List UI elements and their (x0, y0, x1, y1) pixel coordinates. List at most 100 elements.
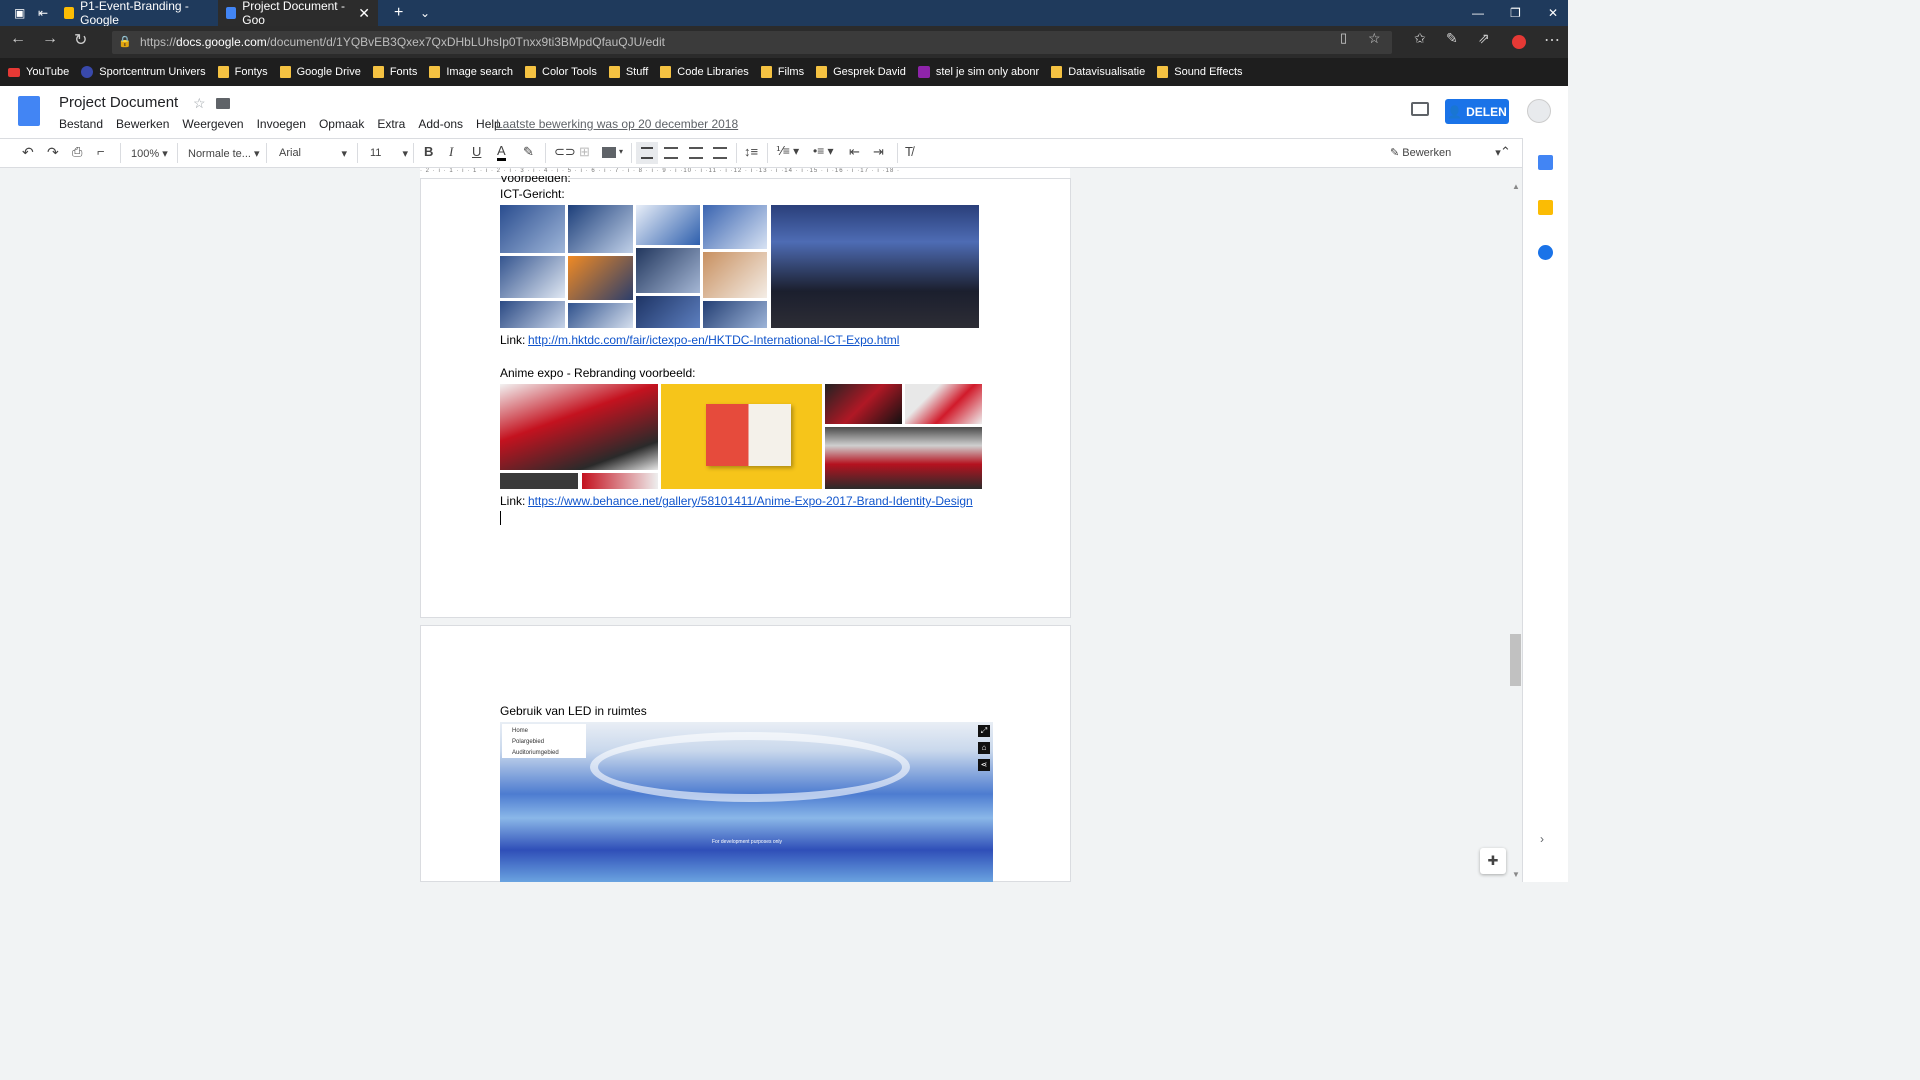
comments-icon[interactable] (1411, 102, 1429, 116)
extension-icon[interactable] (1512, 35, 1526, 49)
menu-opmaak[interactable]: Opmaak (319, 117, 364, 131)
bookmark-datavisualisatie[interactable]: Datavisualisatie (1051, 66, 1145, 78)
bookmark-color-tools[interactable]: Color Tools (525, 66, 597, 78)
tab-actions-icon[interactable]: ▣ (6, 0, 28, 26)
bookmark-gesprek-david[interactable]: Gesprek David (816, 66, 906, 78)
bookmark-sound-effects[interactable]: Sound Effects (1157, 66, 1243, 78)
undo-icon[interactable]: ↶ (22, 144, 34, 161)
clear-formatting-icon[interactable]: T̸ (905, 144, 913, 159)
minimize-icon[interactable]: — (1464, 0, 1492, 26)
align-right-icon[interactable] (689, 147, 703, 159)
align-justify-icon[interactable] (713, 147, 727, 159)
collapse-menu-icon[interactable]: ⌃ (1500, 144, 1511, 160)
close-window-icon[interactable]: ✕ (1540, 0, 1566, 26)
url-field[interactable]: https://docs.google.com/document/d/1YQBv… (112, 31, 1392, 54)
align-left-icon[interactable] (636, 142, 658, 164)
menu-addons[interactable]: Add-ons (418, 117, 463, 131)
numbered-list-icon[interactable]: ⅟≡ ▾ (776, 144, 799, 158)
fullscreen-icon[interactable]: ⤢ (978, 725, 990, 737)
bookmark-code-libraries[interactable]: Code Libraries (660, 66, 749, 78)
share-browser-icon[interactable]: ⇗ (1478, 30, 1490, 47)
tour-navigation-menu[interactable]: Home Polargebied Auditoriumgebied (502, 724, 586, 758)
anime-expo-collage-image[interactable] (500, 384, 982, 489)
led-auditorium-image[interactable]: Home Polargebied Auditoriumgebied ⤢ ⌂ ⋖ … (500, 722, 993, 882)
maximize-icon[interactable]: ❐ (1502, 0, 1529, 26)
align-center-icon[interactable] (664, 147, 678, 159)
tour-menu-item[interactable]: Polargebied (512, 737, 576, 748)
last-edit-link[interactable]: Laatste bewerking was op 20 december 201… (496, 117, 738, 131)
line-spacing-icon[interactable]: ↕≡ (744, 144, 758, 159)
highlight-icon[interactable]: ✎ (523, 144, 534, 160)
bookmark-films[interactable]: Films (760, 66, 804, 78)
comment-add-icon[interactable]: ⊞ (579, 144, 590, 160)
set-aside-tabs-icon[interactable]: ⇤ (30, 0, 52, 26)
bookmark-youtube[interactable]: YouTube (8, 66, 69, 78)
link-icon[interactable]: ⊂⊃ (554, 144, 576, 160)
menu-bestand[interactable]: Bestand (59, 117, 103, 131)
new-tab-icon[interactable]: + (386, 0, 411, 26)
document-title[interactable]: Project Document (59, 94, 178, 111)
bulleted-list-icon[interactable]: •≡ ▾ (813, 144, 834, 158)
ict-expo-collage-image[interactable] (500, 205, 979, 328)
vr-icon[interactable]: ⌂ (978, 742, 990, 754)
explore-icon[interactable]: ✚ (1480, 848, 1506, 874)
anime-expo-link[interactable]: https://www.behance.net/gallery/58101411… (528, 494, 973, 508)
font-size-select[interactable]: 11 ▾ (370, 147, 408, 160)
bookmark-google-drive[interactable]: Google Drive (279, 66, 361, 78)
scroll-up-icon[interactable]: ▲ (1512, 182, 1520, 191)
avatar[interactable] (1527, 99, 1551, 123)
decrease-indent-icon[interactable]: ⇤ (849, 144, 860, 160)
bookmark-stuff[interactable]: Stuff (608, 66, 648, 78)
text-color-icon[interactable]: A (497, 144, 506, 161)
vertical-scrollbar[interactable] (1508, 178, 1522, 882)
scroll-down-icon[interactable]: ▼ (1512, 870, 1520, 879)
menu-invoegen[interactable]: Invoegen (257, 117, 306, 131)
refresh-icon[interactable]: ↻ (74, 30, 87, 50)
bookmark-sim-only[interactable]: stel je sim only abonr (917, 66, 1039, 78)
chevron-down-icon[interactable]: ⌄ (412, 0, 438, 26)
expand-panel-icon[interactable]: › (1540, 832, 1544, 846)
increase-indent-icon[interactable]: ⇥ (873, 144, 884, 160)
image-insert-icon[interactable] (602, 147, 616, 158)
paint-format-icon[interactable]: ⌐ (97, 144, 105, 159)
bold-icon[interactable]: B (424, 144, 433, 159)
ict-expo-link[interactable]: http://m.hktdc.com/fair/ictexpo-en/HKTDC… (528, 333, 899, 347)
calendar-icon[interactable] (1538, 155, 1553, 170)
favorites-hub-icon[interactable]: ✩ (1414, 30, 1426, 47)
tour-menu-item[interactable]: Home (512, 726, 576, 737)
redo-icon[interactable]: ↷ (47, 144, 59, 161)
bookmark-sportcentrum[interactable]: Sportcentrum Univers (81, 66, 206, 78)
close-tab-icon[interactable]: ✕ (358, 5, 370, 22)
zoom-select[interactable]: 100% ▾ (131, 147, 168, 160)
menu-weergeven[interactable]: Weergeven (182, 117, 243, 131)
bookmark-fonts[interactable]: Fonts (372, 66, 417, 78)
share-button[interactable]: 👤 DELEN (1445, 99, 1509, 124)
print-icon[interactable]: ⎙ (72, 144, 82, 160)
bookmark-image-search[interactable]: Image search (429, 66, 513, 78)
more-icon[interactable]: ⋯ (1544, 30, 1560, 50)
star-icon[interactable]: ☆ (193, 95, 206, 112)
style-select[interactable]: Normale te... ▾ (188, 147, 260, 160)
forward-icon[interactable]: → (42, 30, 58, 48)
scrollbar-thumb[interactable] (1510, 634, 1521, 686)
tasks-icon[interactable] (1538, 245, 1553, 260)
favorite-star-icon[interactable]: ☆ (1368, 30, 1381, 47)
bookmark-fontys[interactable]: Fontys (217, 66, 268, 78)
share-icon[interactable]: ⋖ (978, 759, 990, 771)
keep-icon[interactable] (1538, 200, 1553, 215)
reading-view-icon[interactable]: ▯ (1340, 30, 1347, 46)
back-icon[interactable]: ← (10, 30, 26, 48)
italic-icon[interactable]: I (449, 144, 453, 160)
tab-project-document[interactable]: Project Document - Goo ✕ (218, 0, 378, 27)
tour-menu-item[interactable]: Auditoriumgebied (512, 748, 576, 759)
docs-home-icon[interactable] (18, 96, 40, 126)
underline-icon[interactable]: U (472, 144, 481, 159)
font-select[interactable]: Arial ▾ (279, 147, 347, 160)
chevron-down-icon[interactable]: ▾ (619, 147, 623, 156)
move-folder-icon[interactable] (216, 98, 230, 109)
menu-bewerken[interactable]: Bewerken (116, 117, 169, 131)
vertical-ruler[interactable] (0, 178, 12, 628)
tab-event-branding[interactable]: P1-Event-Branding - Google (56, 0, 216, 27)
editing-mode-select[interactable]: ✎ Bewerken ▾ (1390, 146, 1501, 159)
menu-extra[interactable]: Extra (377, 117, 405, 131)
